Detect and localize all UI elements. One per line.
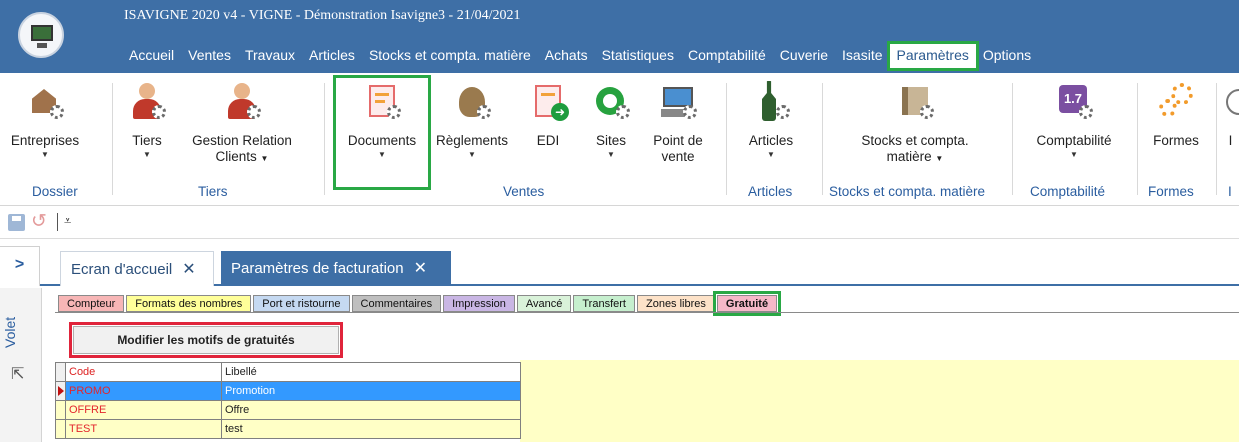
dropdown-arrow-icon: ▼ <box>607 150 615 159</box>
column-header-libelle[interactable]: Libellé <box>221 362 521 382</box>
edi-button[interactable]: ➜ EDI <box>523 79 573 149</box>
exit-panel-icon[interactable]: ⇱ <box>11 364 29 384</box>
grc-button[interactable]: Gestion Relation Clients ▼ <box>186 79 298 167</box>
building-icon <box>22 79 68 125</box>
partial-icon <box>1222 79 1239 125</box>
stocks-compta-button[interactable]: Stocks et compta. matière ▼ <box>840 79 990 167</box>
dropdown-arrow-icon: ▼ <box>767 150 775 159</box>
group-dossier: Dossier <box>32 184 78 199</box>
quick-access-toolbar: ↺ ⩡ <box>0 207 1239 239</box>
subtab-transfert[interactable]: Transfert <box>573 295 635 312</box>
customize-toolbar-icon[interactable]: ⩡ <box>64 213 71 229</box>
formes-button[interactable]: Formes <box>1144 79 1208 149</box>
dropdown-arrow-icon: ▼ <box>378 150 386 159</box>
articles-button[interactable]: Articles ▼ <box>738 79 804 161</box>
document-icon <box>359 79 405 125</box>
point-de-vente-button[interactable]: Point de vente <box>646 79 710 165</box>
close-icon[interactable]: ✕ <box>414 260 427 277</box>
dropdown-arrow-icon: ▼ <box>1070 150 1078 159</box>
comptabilite-button[interactable]: 1.7 Comptabilité ▼ <box>1024 79 1124 161</box>
dropdown-arrow-icon: ▼ <box>143 150 151 159</box>
title-bar: ISAVIGNE 2020 v4 - VIGNE - Démonstration… <box>0 0 1239 73</box>
dropdown-arrow-icon: ▼ <box>260 154 269 163</box>
dropdown-arrow-icon: ▼ <box>41 150 49 159</box>
subtab-avance[interactable]: Avancé <box>516 295 572 312</box>
app-logo-icon[interactable] <box>18 12 64 58</box>
modify-gratuity-reasons-button[interactable]: Modifier les motifs de gratuités <box>69 322 343 358</box>
menu-achats[interactable]: Achats <box>538 44 595 68</box>
menu-stocks[interactable]: Stocks et compta. matière <box>362 44 538 68</box>
menu-accueil[interactable]: Accueil <box>122 44 181 68</box>
entreprises-button[interactable]: Entreprises ▼ <box>6 79 84 161</box>
column-header-code[interactable]: Code <box>65 362 222 382</box>
subtab-gratuite[interactable]: Gratuité <box>712 291 782 316</box>
stock-box-icon <box>892 79 938 125</box>
globe-icon <box>588 79 634 125</box>
gratuity-reasons-table: Code Libellé PROMO Promotion OFFRE Offre… <box>55 362 521 439</box>
menu-statistiques[interactable]: Statistiques <box>595 44 681 68</box>
menu-parametres[interactable]: Paramètres <box>886 41 979 71</box>
save-icon[interactable] <box>8 214 25 231</box>
ribbon: Entreprises ▼ Tiers ▼ Gestion Relation C… <box>0 73 1239 206</box>
cash-register-icon <box>655 79 701 125</box>
menu-ventes[interactable]: Ventes <box>181 44 238 68</box>
undo-icon[interactable]: ↺ <box>31 212 47 232</box>
row-selector-icon <box>58 386 64 396</box>
money-bag-icon <box>449 79 495 125</box>
edi-document-icon: ➜ <box>525 79 571 125</box>
group-ventes: Ventes <box>503 184 545 199</box>
menu-cuverie[interactable]: Cuverie <box>773 44 835 68</box>
table-row[interactable]: PROMO Promotion <box>55 381 521 401</box>
window-title: ISAVIGNE 2020 v4 - VIGNE - Démonstration… <box>124 8 521 23</box>
sites-button[interactable]: Sites ▼ <box>586 79 636 161</box>
gears-icon <box>1153 79 1199 125</box>
partial-button[interactable]: I <box>1222 79 1239 149</box>
group-partial: I <box>1228 184 1232 199</box>
subtab-impression[interactable]: Impression <box>443 295 515 312</box>
tab-parametres-facturation[interactable]: Paramètres de facturation ✕ <box>221 251 451 286</box>
subtab-formats-nombres[interactable]: Formats des nombres <box>126 295 252 312</box>
group-comptabilite: Comptabilité <box>1030 184 1106 199</box>
accounting-icon: 1.7 <box>1051 79 1097 125</box>
menu-articles[interactable]: Articles <box>302 44 362 68</box>
subtab-commentaires[interactable]: Commentaires <box>351 295 442 312</box>
menu-options[interactable]: Options <box>976 44 1038 68</box>
group-formes: Formes <box>1148 184 1194 199</box>
dropdown-arrow-icon: ▼ <box>935 154 944 163</box>
menu-travaux[interactable]: Travaux <box>238 44 302 68</box>
subtab-compteur[interactable]: Compteur <box>58 295 125 312</box>
menu-comptabilite[interactable]: Comptabilité <box>681 44 773 68</box>
menu-isasite[interactable]: Isasite <box>835 44 889 68</box>
expand-panel-icon[interactable]: > <box>0 246 40 286</box>
person-gear-icon <box>219 79 265 125</box>
group-stocks: Stocks et compta. matière <box>829 184 986 199</box>
close-icon[interactable]: ✕ <box>182 261 195 278</box>
volet-label[interactable]: Volet <box>0 317 40 348</box>
subtab-zones-libres[interactable]: Zones libres <box>636 295 715 312</box>
documents-button[interactable]: Documents ▼ <box>333 75 431 190</box>
tiers-button[interactable]: Tiers ▼ <box>123 79 171 161</box>
table-row[interactable]: OFFRE Offre <box>55 400 521 420</box>
group-tiers: Tiers <box>198 184 228 199</box>
dropdown-arrow-icon: ▼ <box>468 150 476 159</box>
reglements-button[interactable]: Règlements ▼ <box>430 79 514 161</box>
bottle-icon <box>748 79 794 125</box>
table-row[interactable]: TEST test <box>55 419 521 439</box>
subtab-port-ristourne[interactable]: Port et ristourne <box>253 295 350 312</box>
main-menu: Accueil Ventes Travaux Articles Stocks e… <box>122 41 1038 71</box>
grid-empty-area <box>520 360 1239 442</box>
person-icon <box>124 79 170 125</box>
group-articles: Articles <box>748 184 793 199</box>
tab-ecran-accueil[interactable]: Ecran d'accueil ✕ <box>60 251 214 286</box>
settings-subtabs: Compteur Formats des nombres Port et ris… <box>58 291 782 316</box>
